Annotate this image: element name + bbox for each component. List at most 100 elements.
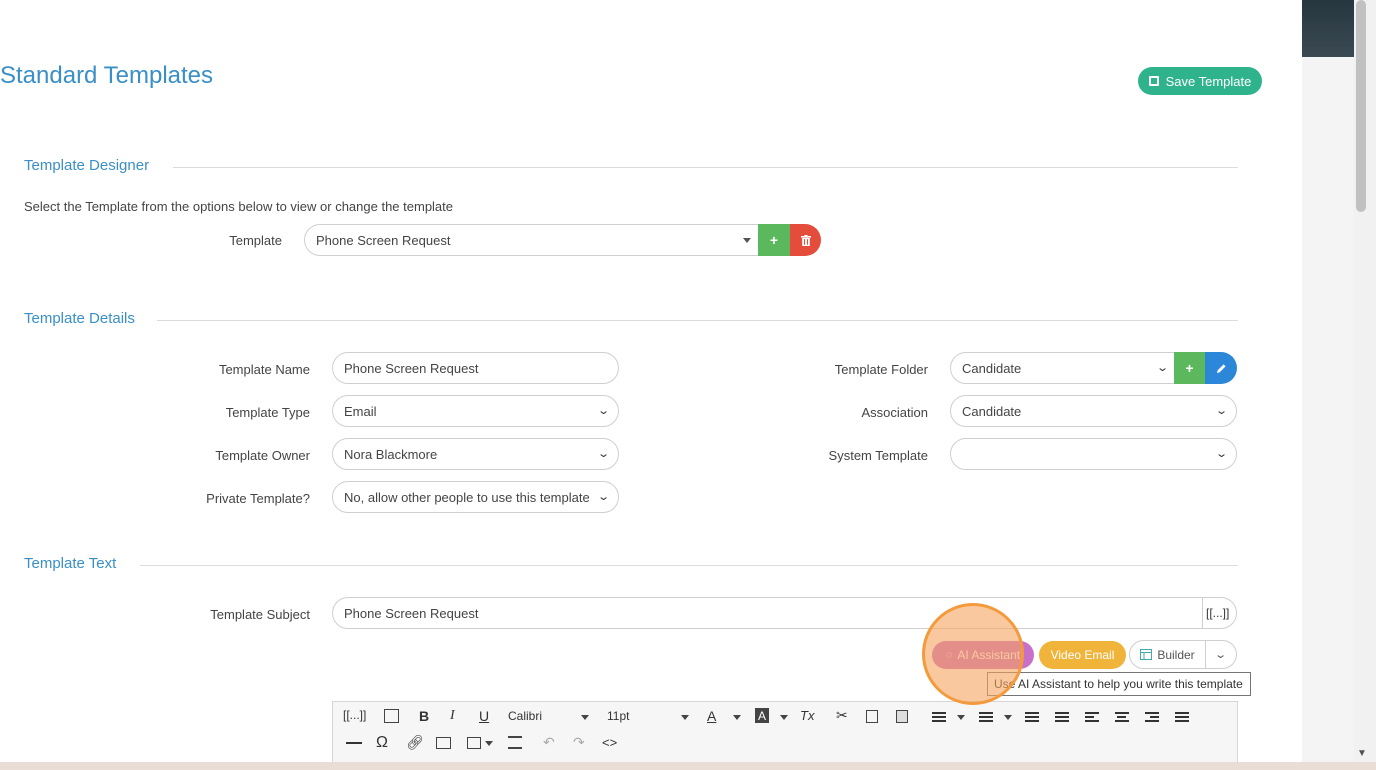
bulleted-list-icon[interactable] bbox=[932, 712, 946, 723]
builder-label: Builder bbox=[1157, 647, 1195, 662]
font-size-select[interactable]: 11pt bbox=[607, 709, 692, 723]
italic-button[interactable]: I bbox=[450, 708, 455, 724]
clear-format-button[interactable]: Tx bbox=[800, 708, 814, 723]
copy-icon[interactable] bbox=[866, 710, 878, 723]
association-label: Association bbox=[861, 405, 928, 420]
template-label: Template bbox=[229, 233, 282, 248]
template-folder-value: Candidate bbox=[962, 360, 1022, 376]
chevron-down-icon: ⌄ bbox=[596, 491, 610, 503]
system-template-select[interactable]: ⌄ bbox=[950, 438, 1237, 470]
chevron-down-icon: ⌄ bbox=[1214, 405, 1228, 417]
chevron-down-icon: ⌄ bbox=[1155, 362, 1169, 374]
source-code-icon[interactable]: <> bbox=[602, 735, 617, 750]
undo-icon[interactable]: ↶ bbox=[543, 734, 555, 751]
paste-icon[interactable] bbox=[896, 710, 908, 723]
align-right-icon[interactable] bbox=[1145, 712, 1159, 723]
template-name-input[interactable]: Phone Screen Request bbox=[332, 352, 619, 384]
numbered-list-icon[interactable] bbox=[979, 712, 993, 723]
ai-assistant-button[interactable]: ◌ AI Assistant bbox=[932, 641, 1034, 669]
chevron-down-icon: ⌄ bbox=[1214, 448, 1228, 460]
page-title: Standard Templates bbox=[0, 62, 214, 89]
add-template-button[interactable]: + bbox=[758, 224, 790, 256]
private-template-value: No, allow other people to use this templ… bbox=[344, 489, 589, 505]
section-divider bbox=[140, 565, 1238, 566]
caret-down-icon bbox=[485, 741, 493, 746]
section-divider bbox=[157, 320, 1238, 321]
caret-down-icon bbox=[581, 715, 589, 720]
background-color-button[interactable]: A bbox=[755, 708, 769, 723]
indent-icon[interactable] bbox=[1025, 712, 1039, 723]
association-value: Candidate bbox=[962, 403, 1022, 419]
section-divider bbox=[173, 167, 1238, 168]
save-template-button[interactable]: Save Template bbox=[1138, 67, 1262, 95]
template-folder-select[interactable]: Candidate ⌄ bbox=[950, 352, 1178, 384]
template-name-value: Phone Screen Request bbox=[344, 360, 479, 376]
caret-down-icon bbox=[1004, 715, 1012, 720]
side-panel-header bbox=[1302, 0, 1354, 57]
save-icon bbox=[1148, 76, 1159, 86]
special-character-icon[interactable]: Ω bbox=[376, 734, 388, 752]
table-icon[interactable] bbox=[467, 737, 481, 749]
template-owner-label: Template Owner bbox=[215, 448, 310, 463]
video-email-button[interactable]: Video Email bbox=[1039, 641, 1126, 669]
insert-merge-field-button[interactable]: [[...]] bbox=[1202, 597, 1237, 629]
section-template-details: Template Details bbox=[24, 310, 135, 327]
template-subject-value: Phone Screen Request bbox=[344, 605, 479, 621]
vertical-scrollbar[interactable]: ▼ bbox=[1354, 0, 1376, 770]
page-break-icon[interactable] bbox=[508, 736, 522, 749]
align-center-icon[interactable] bbox=[1115, 712, 1129, 723]
link-icon[interactable]: 🔗︎ bbox=[406, 734, 424, 751]
merge-field-icon: [[...]] bbox=[1206, 606, 1230, 620]
scrollbar-thumb[interactable] bbox=[1356, 0, 1366, 212]
font-family-select[interactable]: Calibri bbox=[508, 709, 593, 723]
caret-down-icon bbox=[957, 715, 965, 720]
builder-button[interactable]: Builder bbox=[1129, 640, 1206, 669]
template-icon[interactable] bbox=[384, 709, 399, 723]
redo-icon[interactable]: ↷ bbox=[573, 734, 585, 751]
template-select-value: Phone Screen Request bbox=[316, 232, 451, 248]
side-panel bbox=[1302, 0, 1354, 770]
merge-field-toolbar-button[interactable]: [[...]] bbox=[343, 708, 366, 722]
caret-down-icon bbox=[780, 715, 788, 720]
chevron-down-icon: ⌄ bbox=[596, 405, 610, 417]
chevron-down-icon: ⌄ bbox=[596, 448, 610, 460]
delete-template-button[interactable] bbox=[790, 224, 821, 256]
horizontal-line-icon[interactable] bbox=[346, 742, 362, 744]
bold-button[interactable]: B bbox=[419, 708, 429, 724]
chat-icon: ◌ bbox=[945, 649, 953, 661]
video-email-label: Video Email bbox=[1050, 648, 1115, 662]
template-type-select[interactable]: Email ⌄ bbox=[332, 395, 619, 427]
edit-folder-button[interactable] bbox=[1205, 352, 1237, 384]
designer-hint: Select the Template from the options bel… bbox=[24, 199, 454, 214]
section-template-designer: Template Designer bbox=[24, 157, 150, 174]
template-type-value: Email bbox=[344, 403, 377, 419]
plus-icon: + bbox=[1185, 360, 1194, 376]
outdent-icon[interactable] bbox=[1055, 712, 1069, 723]
cut-icon[interactable]: ✂ bbox=[836, 707, 848, 724]
save-template-label: Save Template bbox=[1165, 73, 1252, 89]
builder-dropdown-button[interactable]: ⌄ bbox=[1205, 640, 1237, 669]
trash-icon bbox=[800, 234, 811, 246]
scroll-down-arrow-icon[interactable]: ▼ bbox=[1357, 748, 1367, 759]
ai-assistant-label: AI Assistant bbox=[957, 648, 1021, 662]
add-folder-button[interactable]: + bbox=[1174, 352, 1205, 384]
template-subject-input[interactable]: Phone Screen Request bbox=[332, 597, 1204, 629]
ai-assistant-tooltip: Use AI Assistant to help you write this … bbox=[987, 672, 1251, 696]
align-left-icon[interactable] bbox=[1085, 712, 1099, 723]
association-select[interactable]: Candidate ⌄ bbox=[950, 395, 1237, 427]
template-select[interactable]: Phone Screen Request bbox=[304, 224, 762, 256]
underline-button[interactable]: U bbox=[479, 708, 489, 724]
image-icon[interactable] bbox=[436, 737, 451, 749]
caret-down-icon bbox=[733, 715, 741, 720]
section-template-text: Template Text bbox=[24, 555, 117, 572]
pencil-icon bbox=[1216, 363, 1226, 373]
align-justify-icon[interactable] bbox=[1175, 712, 1189, 723]
chevron-down-icon: ⌄ bbox=[1214, 649, 1228, 661]
caret-down-icon bbox=[681, 715, 689, 720]
text-color-button[interactable]: A bbox=[707, 708, 716, 724]
caret-down-icon bbox=[743, 238, 751, 243]
taskbar-strip bbox=[0, 762, 1376, 770]
template-owner-select[interactable]: Nora Blackmore ⌄ bbox=[332, 438, 619, 470]
private-template-select[interactable]: No, allow other people to use this templ… bbox=[332, 481, 619, 513]
main-page: Standard Templates Save Template Templat… bbox=[0, 0, 1302, 770]
